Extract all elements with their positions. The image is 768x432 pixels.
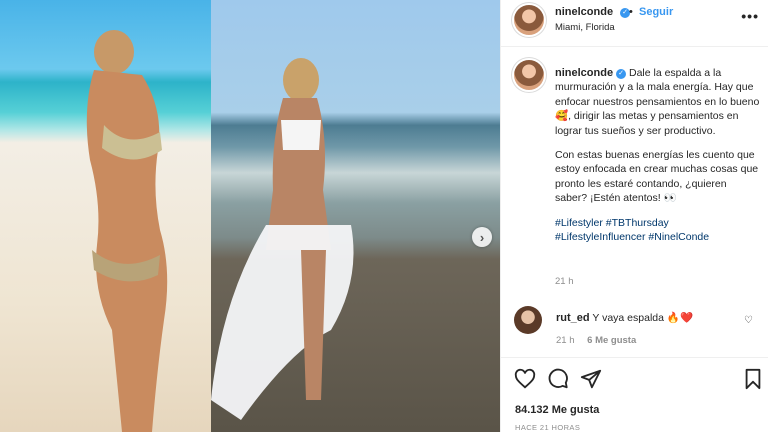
caption-hashtags: #Lifestyler #TBThursday #LifestyleInflue… [555, 216, 761, 245]
heart-icon[interactable] [514, 368, 536, 390]
hashtag-link[interactable]: #NinelConde [648, 231, 709, 243]
comment-likes-link[interactable]: 6 Me gusta [587, 335, 636, 346]
photo-beach-right [211, 0, 500, 432]
comment-text: rut_ed Y vaya espalda 🔥❤️ [556, 311, 693, 324]
caption-username[interactable]: ninelconde [555, 67, 613, 79]
author-avatar[interactable] [514, 5, 544, 35]
commenter-username[interactable]: rut_ed [556, 312, 590, 324]
photo-beach-left [0, 0, 211, 432]
comment-timestamp: 21 h [556, 335, 575, 346]
post-location[interactable]: Miami, Florida [555, 22, 615, 33]
caption-paragraph-2: Con estas buenas energías les cuento que… [555, 149, 759, 205]
bookmark-icon[interactable] [742, 368, 764, 390]
separator-dot: • [629, 6, 633, 18]
woman-silhouette-right [211, 58, 354, 420]
caption-text: ninelconde ✓ Dale la espalda a la murmura… [555, 66, 761, 244]
post-header: ninelconde ✓ • Seguir Miami, Florida ••• [501, 0, 768, 47]
share-icon[interactable] [580, 368, 602, 390]
comment-like-heart-icon[interactable]: ♡ [744, 315, 753, 326]
more-options-icon[interactable]: ••• [741, 8, 759, 24]
comment-icon[interactable] [547, 368, 569, 390]
post-media-carousel[interactable]: › [0, 0, 500, 432]
follow-button[interactable]: Seguir [639, 6, 673, 18]
comment-meta: 21 h 6 Me gusta [556, 335, 646, 346]
next-photo-button[interactable]: › [472, 227, 492, 247]
likes-count[interactable]: 84.132 Me gusta [515, 404, 599, 416]
commenter-avatar[interactable] [514, 306, 542, 334]
chevron-right-icon: › [479, 229, 485, 245]
divider [501, 357, 768, 358]
hashtag-link[interactable]: #Lifestyler [555, 217, 603, 229]
post-timestamp: HACE 21 HORAS [515, 423, 581, 432]
post-details-panel: ninelconde ✓ • Seguir Miami, Florida •••… [500, 0, 768, 432]
comment-body: Y vaya espalda 🔥❤️ [592, 312, 694, 324]
caption-timestamp: 21 h [555, 276, 574, 287]
hashtag-link[interactable]: #TBThursday [606, 217, 669, 229]
caption-author-avatar[interactable] [514, 60, 544, 90]
author-username[interactable]: ninelconde [555, 6, 613, 18]
hashtag-link[interactable]: #LifestyleInfluencer [555, 231, 645, 243]
woman-silhouette-left [86, 30, 168, 432]
verified-badge-icon: ✓ [616, 69, 627, 79]
